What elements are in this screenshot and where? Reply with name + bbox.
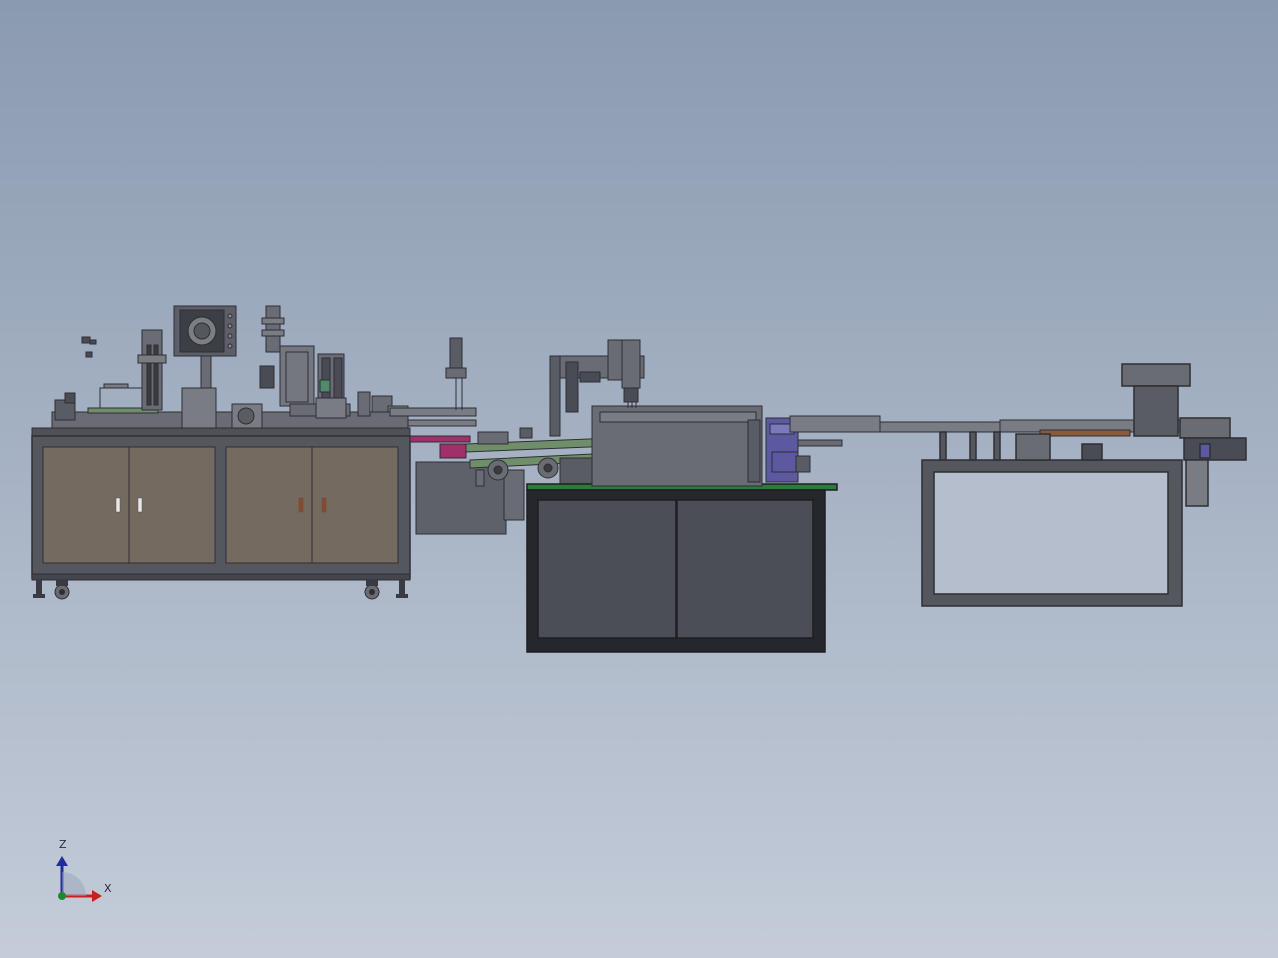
assembly-model[interactable] bbox=[0, 0, 1278, 958]
cad-viewport[interactable]: Z X bbox=[0, 0, 1278, 958]
machine-2-center-cabinet[interactable] bbox=[526, 483, 838, 653]
z-axis-label: Z bbox=[59, 838, 67, 851]
machine-2-top-mechanisms[interactable] bbox=[549, 339, 843, 487]
machine-1-top-mechanisms[interactable] bbox=[51, 305, 477, 429]
long-feed-rail[interactable] bbox=[789, 415, 1181, 437]
machine-1-left-cabinet[interactable] bbox=[31, 427, 411, 600]
x-axis-label: X bbox=[104, 882, 112, 895]
axis-triad bbox=[56, 856, 102, 902]
machine-3-right-frame[interactable] bbox=[921, 431, 1183, 607]
machine-1-monitor[interactable] bbox=[173, 305, 237, 429]
